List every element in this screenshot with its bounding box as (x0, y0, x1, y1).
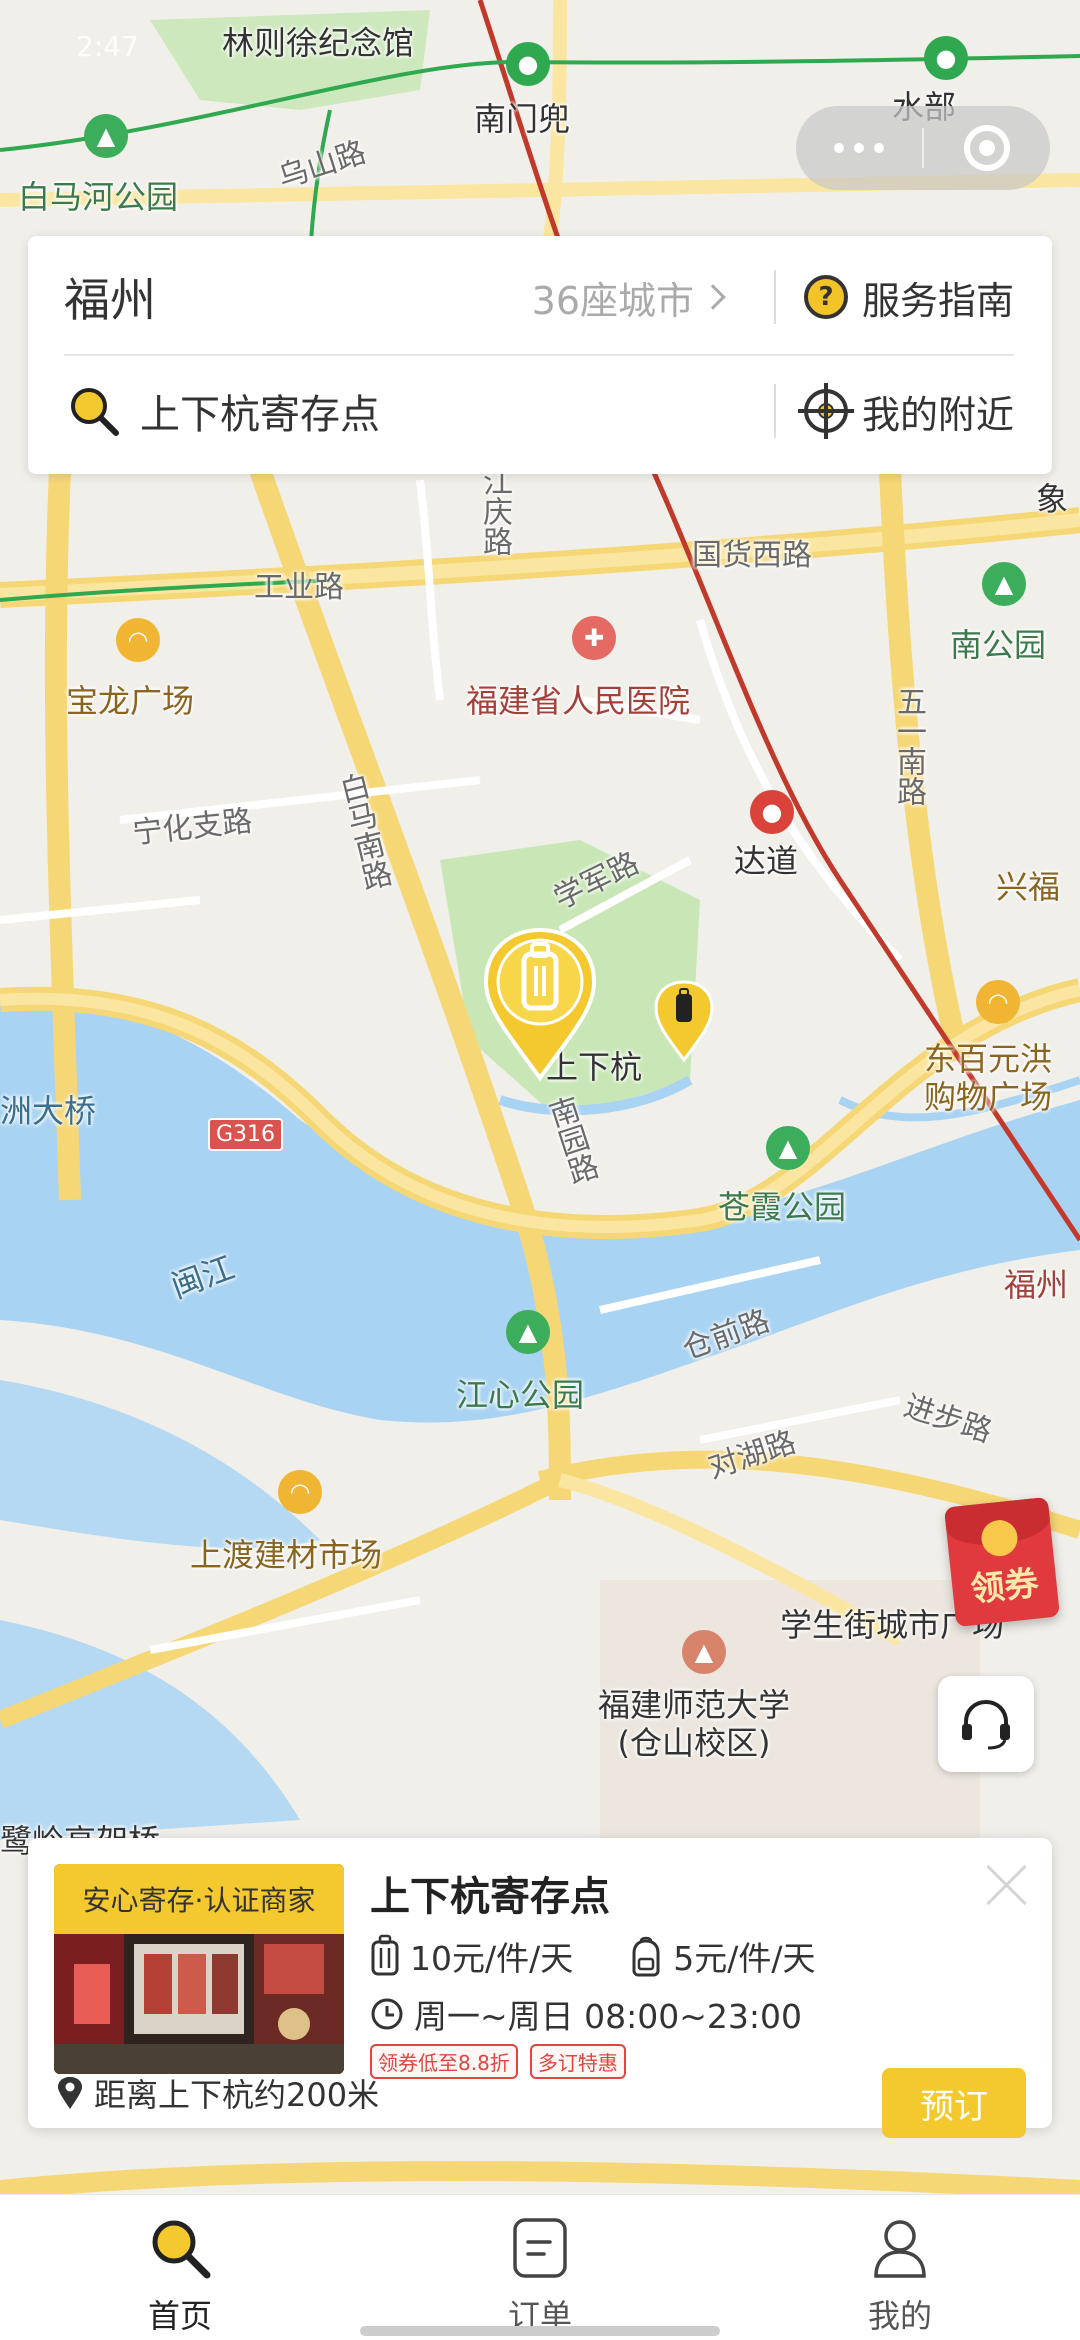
shopping-icon: ◠ (976, 980, 1020, 1024)
city-name[interactable]: 福州 (64, 264, 156, 330)
highway-shield: G316 (208, 1118, 284, 1151)
customer-service-button[interactable] (938, 1676, 1034, 1772)
tab-profile[interactable]: 我的 (720, 2195, 1080, 2340)
divider (774, 270, 776, 324)
luggage-pin-icon (483, 927, 597, 1082)
backpack-price: 5元/件/天 (629, 1932, 815, 1980)
tab-label: 首页 (147, 2297, 212, 2335)
park-icon: ▲ (766, 1126, 810, 1170)
status-time: 2:47 (76, 30, 139, 63)
service-guide-button[interactable]: ? 服务指南 (804, 270, 1014, 325)
map-label: 白马河公园 (18, 178, 179, 216)
school-icon: ▲ (682, 1630, 726, 1674)
search-card: 福州 36座城市 ? 服务指南 上下杭寄存点 我的附近 (28, 236, 1052, 474)
map-label: 宝龙广场 (66, 682, 195, 720)
coupon-label: 领券 (968, 1563, 1041, 1611)
backpack-price-label: 5元/件/天 (673, 1939, 816, 1978)
nearby-label: 我的附近 (862, 392, 1015, 437)
backpack-icon (632, 1936, 660, 1977)
promo-tag: 领券低至8.8折 (370, 2044, 518, 2079)
map-label: 福州 (1004, 1266, 1069, 1304)
map-label: 上渡建材市场 (190, 1536, 383, 1574)
home-indicator[interactable] (360, 2326, 720, 2336)
coupon-button[interactable]: 领券 (944, 1496, 1060, 1628)
map-label: 东百元洪 购物广场 (924, 1040, 1053, 1116)
city-count-label: 36座城市 (531, 278, 694, 323)
map-label: 南门兜 (474, 100, 571, 138)
promo-tags: 领券低至8.8折 多订特惠 (370, 2044, 626, 2079)
tab-bar: 首页 订单 我的 (0, 2194, 1080, 2340)
divider (774, 384, 776, 438)
order-icon (505, 2213, 575, 2283)
map-label: 福建师范大学 (仓山校区) (598, 1686, 791, 1762)
target-ring-icon[interactable] (924, 106, 1050, 190)
park-icon: ▲ (506, 1310, 550, 1354)
suitcase-icon (371, 1934, 399, 1976)
tab-home[interactable]: 首页 (0, 2195, 360, 2340)
map-label: 南公园 (950, 626, 1047, 664)
location-pin-icon (58, 2077, 82, 2109)
map-label: 兴福 (996, 868, 1061, 906)
city-count-link[interactable]: 36座城市 (531, 270, 726, 325)
price-row: 10元/件/天 5元/件/天 (370, 1932, 871, 1980)
hospital-icon: ✚ (572, 616, 616, 660)
more-dots-icon[interactable] (796, 106, 922, 190)
metro-station-icon: ● (750, 790, 794, 834)
nearby-button[interactable]: 我的附近 (798, 383, 1015, 439)
map-label: 工业路 (254, 570, 344, 605)
store-name: 上下杭寄存点 (370, 1874, 610, 1920)
promo-tag: 多订特惠 (529, 2044, 626, 2079)
store-photo-image (54, 1934, 344, 2074)
status-bar: 2:47 (0, 0, 1080, 64)
luggage-pin-icon (654, 980, 714, 1063)
map-label: 国货西路 (692, 538, 812, 573)
map-label: 江心公园 (456, 1376, 585, 1414)
help-icon: ? (804, 275, 848, 319)
map-label: 五一南路 (891, 686, 926, 806)
city-row: 福州 36座城市 ? 服务指南 (28, 242, 1052, 352)
locate-icon (798, 383, 854, 439)
search-icon (145, 2213, 215, 2283)
map-label: 江庆路 (477, 466, 512, 556)
store-photo[interactable]: 安心寄存·认证商家 (54, 1864, 344, 2074)
hours-row: 周一~周日 08:00~23:00 (370, 1990, 802, 2038)
store-location-pin[interactable] (652, 978, 716, 1064)
map-label: 苍霞公园 (718, 1188, 847, 1226)
headset-icon (962, 1699, 1010, 1750)
tab-orders[interactable]: 订单 (360, 2195, 720, 2340)
shopping-icon: ◠ (116, 618, 160, 662)
book-button[interactable]: 预订 (882, 2068, 1026, 2138)
shopping-icon: ◠ (278, 1470, 322, 1514)
map-label: 象 (1036, 480, 1069, 518)
chevron-right-icon (700, 284, 726, 310)
tab-label: 我的 (867, 2297, 932, 2335)
park-icon: ▲ (982, 562, 1026, 606)
search-row: 上下杭寄存点 我的附近 (28, 356, 1052, 466)
map-label: 福建省人民医院 (466, 682, 691, 720)
close-icon[interactable] (984, 1862, 1030, 1908)
park-icon: ▲ (84, 114, 128, 158)
business-hours: 周一~周日 08:00~23:00 (414, 1997, 802, 2036)
map-label: 达道 (734, 842, 799, 880)
service-guide-label: 服务指南 (862, 278, 1015, 323)
clock-icon (371, 1998, 403, 2030)
distance-label: 距离上下杭约200米 (94, 2076, 380, 2114)
search-icon (68, 385, 120, 437)
user-icon (865, 2213, 935, 2283)
store-card[interactable]: 安心寄存·认证商家 上下杭寄存点 10元/件/天 5元/件/天 周一~周日 08… (28, 1838, 1052, 2138)
suitcase-price: 10元/件/天 (370, 1932, 573, 1980)
suitcase-price-label: 10元/件/天 (410, 1939, 574, 1978)
miniprogram-capsule[interactable] (796, 106, 1050, 190)
search-input[interactable]: 上下杭寄存点 (140, 382, 380, 440)
certified-badge: 安心寄存·认证商家 (54, 1864, 344, 1934)
map-label: 洲大桥 (0, 1092, 97, 1130)
distance-row: 距离上下杭约200米 (56, 2070, 379, 2116)
selected-location-pin[interactable] (480, 926, 600, 1086)
